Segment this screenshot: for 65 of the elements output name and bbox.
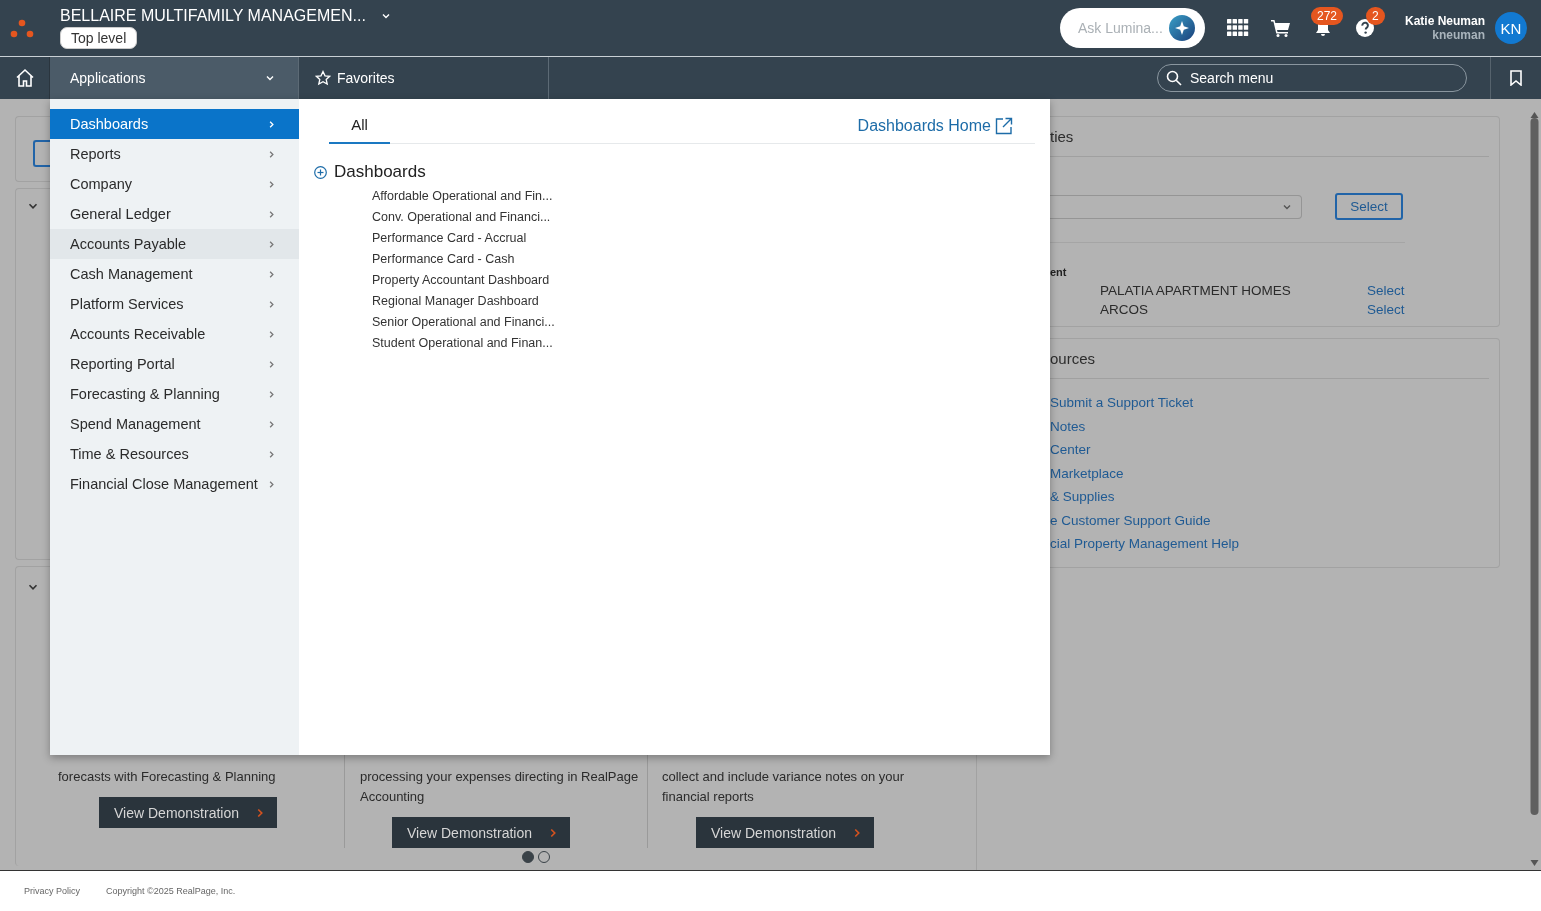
menu-category[interactable]: Accounts Receivable	[50, 319, 299, 349]
property-name: PALATIA APARTMENT HOMES	[1100, 283, 1292, 298]
resource-link[interactable]: cial Property Management Help	[1050, 535, 1240, 553]
star-icon	[315, 70, 331, 86]
resource-link[interactable]: Marketplace	[1050, 464, 1124, 482]
help-count: 2	[1365, 7, 1385, 25]
menu-category[interactable]: Dashboards	[50, 109, 299, 139]
bookmark-icon	[1510, 70, 1522, 86]
menu-category[interactable]: Platform Services	[50, 289, 299, 319]
user-id: kneuman	[1432, 28, 1485, 42]
dashboard-link[interactable]: Conv. Operational and Financi...	[372, 209, 551, 226]
menu-category[interactable]: Financial Close Management	[50, 469, 299, 499]
resource-link[interactable]: Submit a Support Ticket	[1050, 394, 1194, 412]
dashboard-link[interactable]: Performance Card - Accrual	[372, 230, 527, 247]
search-icon	[1166, 70, 1182, 86]
dashboard-link[interactable]: Performance Card - Cash	[372, 251, 515, 268]
view-demonstration-button[interactable]: View Demonstration	[392, 817, 571, 848]
dashboard-link[interactable]: Student Operational and Finan...	[372, 335, 553, 352]
view-demonstration-button[interactable]: View Demonstration	[99, 797, 278, 828]
section-toggle[interactable]: Dashboards	[314, 162, 426, 182]
help-button[interactable]	[1354, 18, 1375, 38]
dashboard-link[interactable]: Regional Manager Dashboard	[372, 293, 539, 310]
demo-description: processing your expenses directing in RealPage Accounting	[360, 768, 639, 806]
external-link-icon	[995, 116, 1013, 135]
home-icon	[14, 68, 35, 88]
menu-category[interactable]: Reporting Portal	[50, 349, 299, 379]
nav-tab[interactable]: Applications	[50, 57, 299, 99]
menu-category[interactable]: Forecasting & Planning	[50, 379, 299, 409]
privacy-policy-link[interactable]: Privacy Policy	[24, 886, 80, 896]
menu-category[interactable]: Time & Resources	[50, 439, 299, 469]
apps-grid-button[interactable]	[1226, 19, 1249, 37]
menu-category[interactable]: Accounts Payable	[50, 229, 299, 259]
view-demonstration-button[interactable]: View Demonstration	[696, 817, 875, 848]
sparkle-icon[interactable]	[1168, 15, 1195, 41]
copyright-text: Copyright ©2025 RealPage, Inc.	[106, 886, 236, 896]
panel-title: ties	[1050, 128, 1074, 145]
cart-button[interactable]	[1270, 19, 1291, 37]
menu-category[interactable]: General Ledger	[50, 199, 299, 229]
demo-description: collect and include variance notes on your financial reports	[662, 768, 905, 806]
menu-category[interactable]: Spend Management	[50, 409, 299, 439]
user-name: Katie Neuman	[1404, 14, 1485, 28]
menu-tab[interactable]: All	[329, 107, 390, 144]
demo-description: forecasts with Forecasting & Planning	[58, 768, 276, 786]
assistant-field[interactable]: Ask Lumina...	[1059, 8, 1205, 48]
resource-link[interactable]: & Supplies	[1050, 488, 1115, 506]
search-menu-input[interactable]: Search menu	[1188, 69, 1458, 87]
expand-icon	[314, 165, 327, 179]
notification-count: 272	[1310, 7, 1343, 25]
panel-title: ources	[1050, 350, 1096, 367]
user-avatar[interactable]: KN	[1495, 12, 1527, 44]
property-name: ARCOS	[1100, 302, 1149, 317]
dashboard-link[interactable]: Affordable Operational and Fin...	[372, 188, 553, 205]
pager-dot[interactable]	[521, 851, 534, 863]
dashboard-link[interactable]: Senior Operational and Financi...	[372, 314, 555, 331]
list-heading: ent	[1050, 266, 1068, 278]
dashboards-home-link[interactable]: Dashboards Home	[857, 116, 1013, 135]
company-title[interactable]: BELLAIRE MULTIFAMILY MANAGEMEN...	[60, 7, 366, 25]
menu-category[interactable]: Reports	[50, 139, 299, 169]
resource-link[interactable]: Notes	[1050, 417, 1086, 435]
dashboard-link[interactable]: Property Accountant Dashboard	[372, 272, 550, 289]
menu-category[interactable]: Company	[50, 169, 299, 199]
resource-link[interactable]: Center	[1050, 441, 1091, 459]
menu-category[interactable]: Cash Management	[50, 259, 299, 289]
assistant-input[interactable]: Ask Lumina...	[1075, 19, 1168, 37]
level-badge: Top level	[60, 27, 138, 49]
